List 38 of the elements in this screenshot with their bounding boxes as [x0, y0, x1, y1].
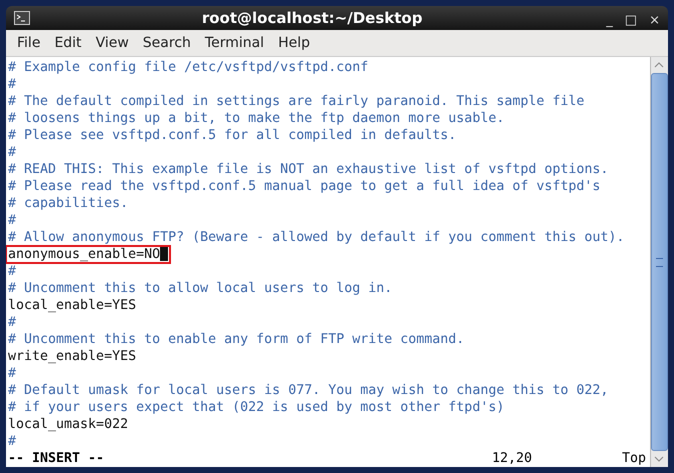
window-title: root@localhost:~/Desktop: [200, 9, 424, 27]
menu-item[interactable]: View: [88, 35, 136, 51]
maximize-button[interactable]: □: [624, 12, 638, 28]
comment-line: # Allow anonymous FTP? (Beware - allowed by default if you comment this out).: [8, 230, 624, 245]
menu-item[interactable]: Terminal: [198, 35, 272, 51]
comment-line: #: [8, 77, 16, 92]
terminal-icon: [14, 11, 30, 25]
comment-line: # Please see vsftpd.conf.5 for all compiled in defaults.: [8, 128, 456, 143]
comment-line: # READ THIS: This example file is NOT an exhaustive list of vsftpd options.: [8, 162, 608, 177]
menu-item[interactable]: File: [10, 35, 48, 51]
comment-line: #: [8, 264, 16, 279]
comment-line: # The default compiled in settings are fairly paranoid. This sample file: [8, 94, 584, 109]
setting-line: anonymous_enable=NO: [8, 247, 160, 262]
comment-line: # if your users expect that (022 is used by most other ftpd's): [8, 400, 504, 415]
comment-line: # loosens things up a bit, to make the ftp daemon more usable.: [8, 111, 504, 126]
comment-line: #: [8, 315, 16, 330]
comment-line: # Default umask for local users is 077. You may wish to change this to 022,: [8, 383, 608, 398]
minimize-button[interactable]: _: [606, 12, 613, 28]
mode-indicator: -- INSERT --: [8, 450, 104, 467]
comment-line: # Example config file /etc/vsftpd/vsftpd.conf: [8, 60, 368, 75]
comment-line: #: [8, 366, 16, 381]
comment-line: # Please read the vsftpd.conf.5 manual page to get a full idea of vsftpd's: [8, 179, 600, 194]
comment-line: #: [8, 434, 16, 449]
comment-line: # capabilities.: [8, 196, 128, 211]
setting-line: write_enable=YES: [8, 349, 136, 364]
menu-item[interactable]: Edit: [47, 35, 89, 51]
scroll-position: Top: [622, 450, 646, 467]
comment-line: # Uncomment this to enable any form of FTP write command.: [8, 332, 464, 347]
setting-line: local_umask=022: [8, 417, 128, 432]
cursor-position: 12,20: [492, 450, 532, 467]
comment-line: # Uncomment this to allow local users to log in.: [8, 281, 392, 296]
menu-item[interactable]: Help: [271, 35, 317, 51]
scrollbar[interactable]: [650, 57, 668, 467]
menu-item[interactable]: Search: [136, 35, 198, 51]
close-button[interactable]: ×: [649, 12, 660, 28]
comment-line: #: [8, 145, 16, 160]
comment-line: #: [8, 213, 16, 228]
setting-line: local_enable=YES: [8, 298, 136, 313]
